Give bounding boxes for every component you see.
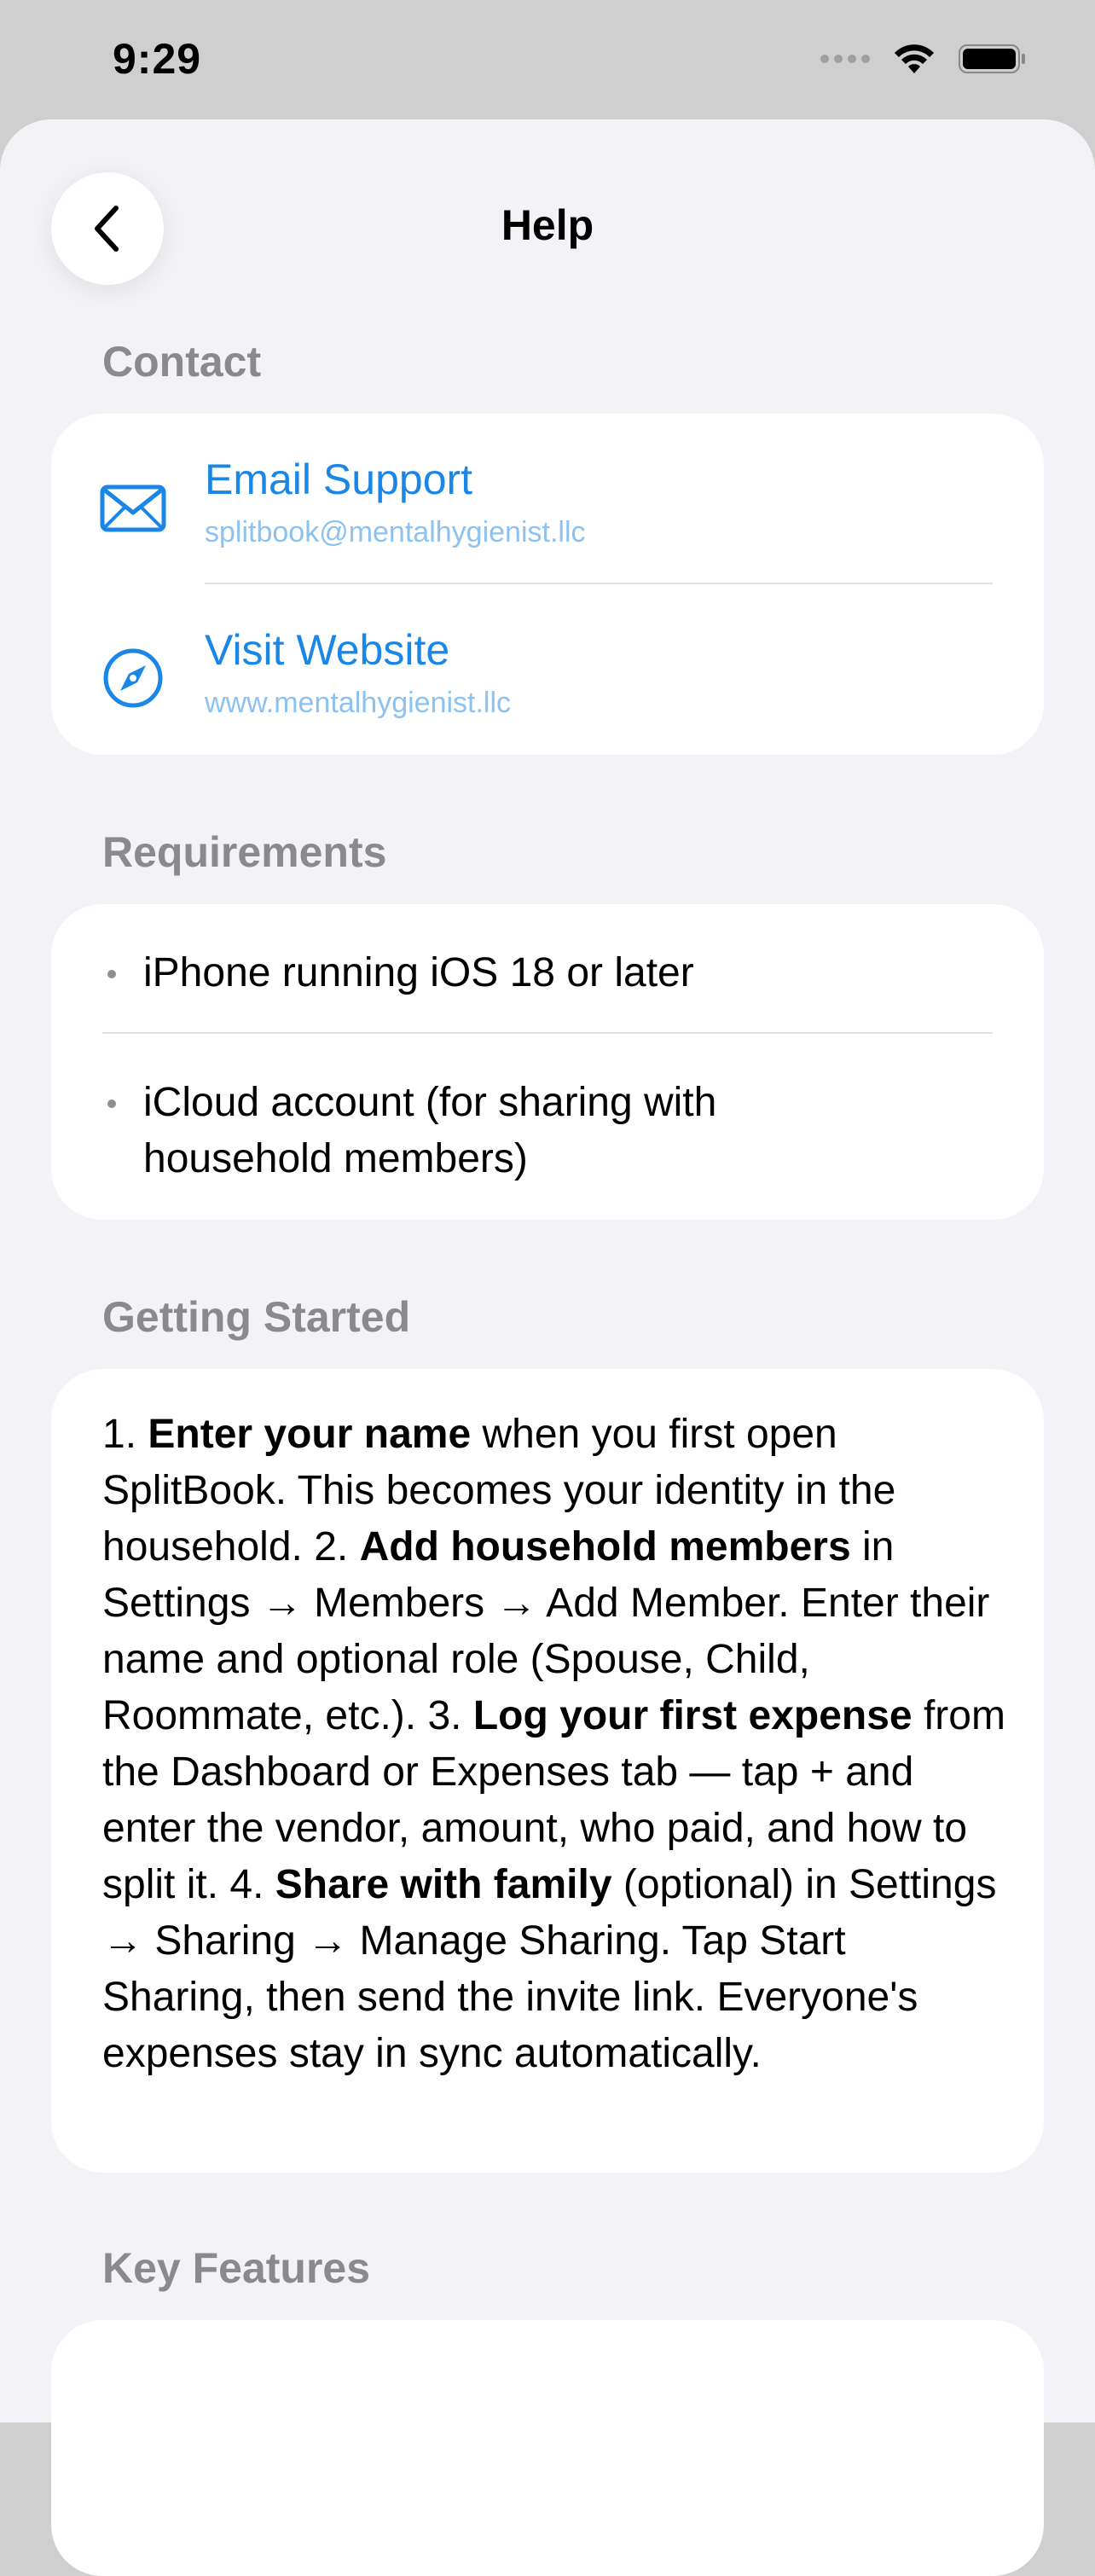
email-support-row[interactable]: Email Support splitbook@mentalhygienist.… xyxy=(51,414,1044,584)
step-number: 4. xyxy=(229,1862,275,1907)
visit-website-title: Visit Website xyxy=(205,626,450,674)
step-number: 2. xyxy=(314,1524,360,1569)
step-title: Log your first expense xyxy=(472,1693,912,1738)
step-title: Enter your name xyxy=(148,1412,472,1457)
getting-started-card: 1. Enter your name when you first open S… xyxy=(51,1369,1044,2173)
page-title: Help xyxy=(501,201,594,249)
compass-icon xyxy=(103,648,163,708)
requirement-text: iCloud account (for sharing with househo… xyxy=(143,1080,717,1181)
key-features-section-header: Key Features xyxy=(102,2244,371,2292)
wifi-icon xyxy=(895,44,934,73)
visit-website-row[interactable]: Visit Website www.mentalhygienist.llc xyxy=(51,584,1044,755)
step-number: 1. xyxy=(102,1412,148,1457)
website-url: www.mentalhygienist.llc xyxy=(205,687,512,719)
getting-started-section-header: Getting Started xyxy=(102,1293,411,1341)
requirements-card: iPhone running iOS 18 or later iCloud ac… xyxy=(51,904,1044,1220)
status-time: 9:29 xyxy=(113,35,202,83)
status-bar: 9:29 xyxy=(0,0,1095,119)
email-support-address: splitbook@mentalhygienist.llc xyxy=(205,516,586,548)
requirement-text: iPhone running iOS 18 or later xyxy=(143,950,694,995)
step-title: Add household members xyxy=(359,1524,851,1569)
help-sheet: Help Contact Email Support splitbook@men… xyxy=(0,119,1095,2576)
step-number: 3. xyxy=(427,1693,473,1738)
bullet-icon xyxy=(107,970,116,978)
contact-card: Email Support splitbook@mentalhygienist.… xyxy=(51,414,1044,755)
step-title: Share with family xyxy=(275,1862,612,1907)
requirements-divider xyxy=(102,1032,993,1034)
status-icons xyxy=(820,43,1027,75)
envelope-icon xyxy=(100,484,166,532)
requirements-section-header: Requirements xyxy=(102,828,387,876)
key-features-card xyxy=(51,2320,1044,2576)
contact-section-header: Contact xyxy=(102,338,262,386)
getting-started-text: 1. Enter your name when you first open S… xyxy=(102,1407,1006,2082)
email-support-title: Email Support xyxy=(205,455,473,503)
signal-icon xyxy=(820,55,870,63)
battery-icon xyxy=(959,44,1025,73)
bullet-icon xyxy=(107,1099,116,1108)
